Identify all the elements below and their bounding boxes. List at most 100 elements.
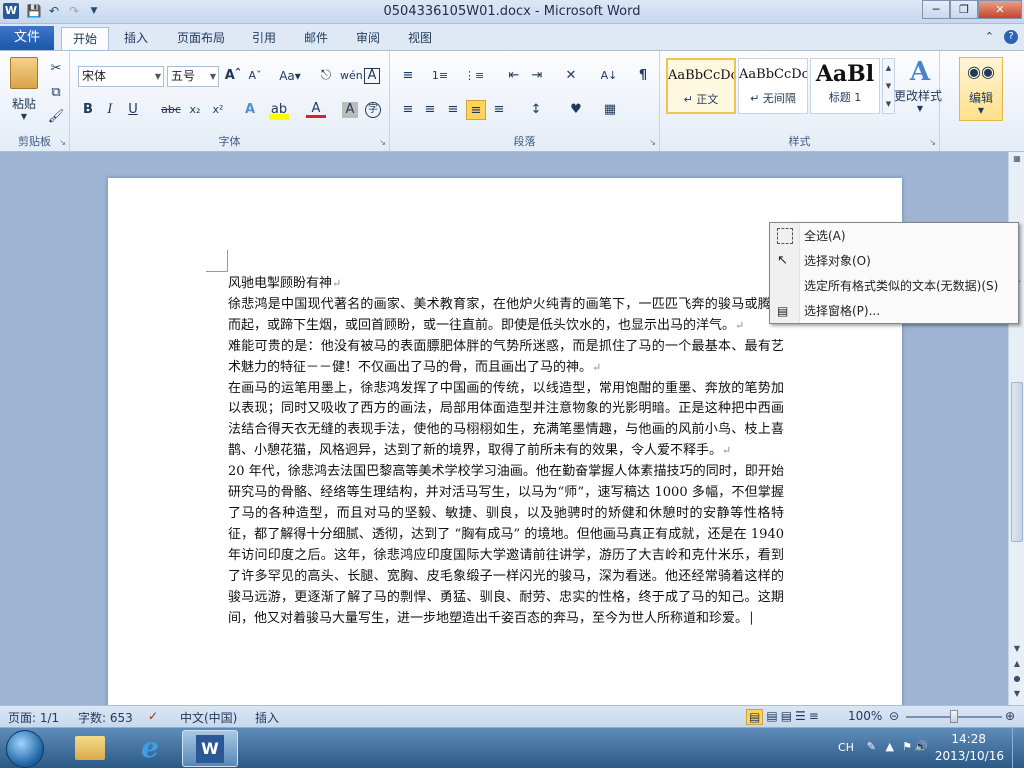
character-shading-icon[interactable]: A (342, 102, 358, 118)
ruler-toggle-icon[interactable]: ▦ (1009, 152, 1024, 166)
zoom-level[interactable]: 100% (848, 709, 882, 723)
align-right-icon[interactable]: ≡ (443, 100, 463, 120)
change-case-icon[interactable]: Aa▾ (277, 66, 303, 86)
tab-home[interactable]: 开始 (61, 27, 109, 50)
tab-references[interactable]: 引用 (247, 27, 281, 50)
show-hidden-icons[interactable]: ▲ (886, 740, 894, 753)
align-center-icon[interactable]: ≡ (420, 100, 440, 120)
minimize-ribbon-icon[interactable]: ⌃ (985, 30, 994, 44)
help-icon[interactable]: ? (1004, 30, 1018, 44)
zoom-in-icon[interactable]: ⊕ (1005, 709, 1015, 723)
superscript-icon[interactable]: x² (208, 100, 228, 120)
next-page-icon[interactable]: ▼ (1009, 687, 1024, 701)
scroll-down-icon[interactable]: ▼ (1009, 642, 1024, 656)
show-desktop-button[interactable] (1012, 728, 1024, 768)
subscript-icon[interactable]: x₂ (185, 100, 205, 120)
highlight-icon[interactable]: ab (269, 100, 289, 120)
styles-scroll[interactable]: ▲ ▼ ▼ (882, 58, 895, 114)
taskbar-ie[interactable]: e (122, 730, 178, 767)
clear-formatting-icon[interactable]: ⎋ (316, 66, 336, 86)
justify-icon[interactable]: ≡ (466, 100, 486, 120)
chinese-layout-icon[interactable]: ✕ (561, 66, 581, 86)
menu-select-objects[interactable]: ↖ 选择对象(O) (772, 249, 1016, 273)
editing-button[interactable]: ◉◉ 编辑 ▼ (959, 57, 1003, 121)
chevron-down-icon: ▼ (916, 104, 924, 113)
tab-page-layout[interactable]: 页面布局 (172, 27, 230, 50)
align-left-icon[interactable]: ≡ (398, 100, 418, 120)
taskbar-word[interactable]: W (182, 730, 238, 767)
clock-time[interactable]: 14:28 (951, 732, 986, 746)
word-count[interactable]: 字数: 653 (78, 709, 133, 726)
enclose-characters-icon[interactable]: 字 (365, 102, 381, 118)
zoom-out-icon[interactable]: ⊝ (889, 709, 899, 723)
font-size-combo[interactable]: 五号 ▼ (167, 66, 219, 87)
menu-select-all[interactable]: 全选(A) (772, 224, 1016, 248)
scroll-thumb[interactable] (1011, 382, 1023, 542)
styles-launcher-icon[interactable]: ↘ (929, 138, 936, 147)
strikethrough-icon[interactable]: abc (161, 100, 181, 120)
zoom-slider-thumb[interactable] (950, 710, 958, 723)
style-normal[interactable]: AaBbCcDc ↵ 正文 (666, 58, 736, 114)
multilevel-list-icon[interactable]: ⋮≡ (464, 66, 484, 86)
language[interactable]: 中文(中国) (180, 709, 237, 726)
cut-icon[interactable]: ✂ (46, 59, 66, 79)
menu-select-similar[interactable]: 选定所有格式类似的文本(无数据)(S) (772, 274, 1016, 298)
phonetic-guide-icon[interactable]: wén (340, 66, 363, 86)
tab-mailings[interactable]: 邮件 (299, 27, 333, 50)
font-color-icon[interactable]: A (306, 100, 326, 118)
bold-icon[interactable]: B (78, 100, 98, 120)
browse-object-icon[interactable]: ● (1009, 672, 1024, 686)
proofing-icon[interactable]: ✓ (148, 709, 158, 723)
flag-icon[interactable]: ⚑ (902, 740, 912, 753)
tab-insert[interactable]: 插入 (117, 27, 155, 50)
format-painter-icon[interactable]: 🖌 (46, 107, 66, 127)
insert-mode[interactable]: 插入 (255, 709, 279, 726)
numbering-icon[interactable]: 1≡ (430, 66, 450, 86)
show-marks-icon[interactable]: ¶ (633, 66, 653, 86)
clock-date[interactable]: 2013/10/16 (935, 749, 1004, 763)
start-button[interactable] (6, 730, 44, 768)
menu-selection-pane[interactable]: ▤ 选择窗格(P)... (772, 299, 1016, 323)
draft-icon[interactable]: ≡ (809, 709, 819, 725)
full-screen-reading-icon[interactable]: ▤ (766, 709, 777, 725)
close-button[interactable]: ✕ (978, 0, 1022, 19)
paragraph-launcher-icon[interactable]: ↘ (649, 138, 656, 147)
volume-icon[interactable]: 🔊 (914, 740, 928, 753)
font-name-combo[interactable]: 宋体 ▼ (78, 66, 164, 87)
tab-file[interactable]: 文件 (0, 26, 54, 50)
change-styles-button[interactable]: A 更改样式 ▼ (894, 57, 942, 113)
clipboard-launcher-icon[interactable]: ↘ (59, 138, 66, 147)
style-no-spacing[interactable]: AaBbCcDc ↵ 无间隔 (738, 58, 808, 114)
ime-options-icon[interactable]: ✎ (867, 740, 876, 753)
font-launcher-icon[interactable]: ↘ (379, 138, 386, 147)
character-border-icon[interactable]: A (364, 68, 380, 84)
sort-icon[interactable]: A↓ (599, 66, 619, 86)
tab-view[interactable]: 视图 (403, 27, 437, 50)
paste-button[interactable]: 粘贴 ▼ (6, 57, 42, 121)
text-effects-icon[interactable]: A (240, 100, 260, 120)
web-layout-icon[interactable]: ▤ (781, 709, 792, 725)
outline-icon[interactable]: ☰ (795, 709, 806, 725)
line-spacing-icon[interactable]: ↕ (526, 100, 546, 120)
taskbar-explorer[interactable] (62, 730, 118, 767)
italic-icon[interactable]: I (100, 100, 120, 120)
previous-page-icon[interactable]: ▲ (1009, 657, 1024, 671)
underline-icon[interactable]: U (123, 100, 143, 120)
shrink-font-icon[interactable]: Aˇ (245, 66, 265, 86)
page-count[interactable]: 页面: 1/1 (8, 709, 59, 726)
tab-review[interactable]: 审阅 (351, 27, 385, 50)
document-body[interactable]: 风驰电掣顾盼有神↵ 徐悲鸿是中国现代著名的画家、美术教育家，在他炉火纯青的画笔下… (228, 274, 784, 629)
increase-indent-icon[interactable]: ⇥ (527, 66, 547, 86)
decrease-indent-icon[interactable]: ⇤ (504, 66, 524, 86)
grow-font-icon[interactable]: Aˆ (223, 66, 243, 86)
copy-icon[interactable]: ⧉ (46, 83, 66, 103)
print-layout-icon[interactable]: ▤ (746, 709, 764, 725)
style-heading-1[interactable]: AaBl 标题 1 (810, 58, 880, 114)
minimize-button[interactable]: ─ (922, 0, 950, 19)
restore-button[interactable]: ❐ (950, 0, 978, 19)
bullets-icon[interactable]: ≡ (398, 66, 418, 86)
distributed-icon[interactable]: ≡ (489, 100, 509, 120)
borders-icon[interactable]: ▦ (600, 100, 620, 120)
shading-icon[interactable]: ♥ (566, 100, 586, 120)
ime-indicator[interactable]: CH (838, 741, 854, 754)
